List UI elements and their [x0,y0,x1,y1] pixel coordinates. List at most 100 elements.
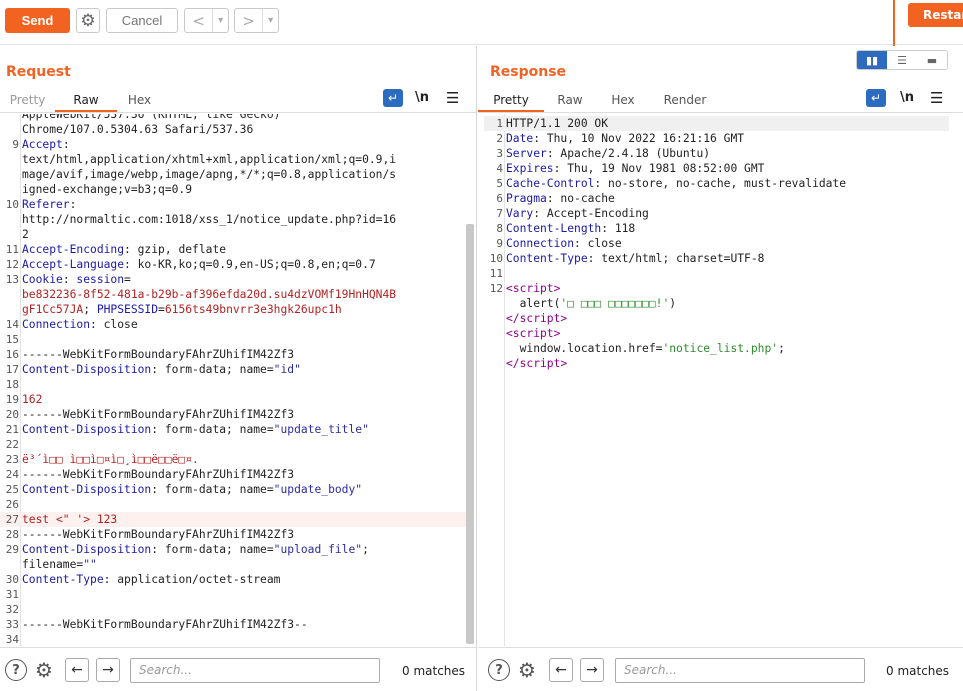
tab-hex[interactable]: Hex [117,90,162,112]
code-line[interactable]: 29 Content-Disposition: form-data; name="… [0,542,466,557]
stacked-layout-icon[interactable]: ☰ [887,51,917,69]
code-line[interactable]: be832236-8f52-481a-b29b-af396efda20d.su4… [0,287,466,302]
code-line[interactable]: 18 [0,377,466,392]
send-button[interactable]: Send [5,8,70,33]
code-line[interactable]: window.location.href='notice_list.php'; [484,341,949,356]
request-scrollbar[interactable] [466,224,474,644]
next-match-button[interactable]: → [96,658,120,682]
code-line[interactable]: 11 [484,266,949,281]
code-line[interactable]: filename="" [0,557,466,572]
back-dropdown[interactable]: ▾ [212,9,228,32]
code-line[interactable]: <script> [484,326,949,341]
tab-hex[interactable]: Hex [596,90,650,112]
help-icon[interactable]: ? [5,659,27,681]
code-line[interactable]: 31 [0,587,466,602]
restart-button[interactable]: Restar [908,3,963,27]
code-line[interactable]: 24 ------WebKitFormBoundaryFAhrZUhifIM42Z… [0,467,466,482]
code-line[interactable]: text/html,application/xhtml+xml,applicat… [0,152,466,167]
code-line[interactable]: 2 [0,227,466,242]
tab-pretty[interactable]: Pretty [0,90,55,112]
code-line[interactable]: 10 Referer: [0,197,466,212]
newline-toggle-icon[interactable]: \n [415,90,429,105]
code-line[interactable]: 11 Accept-Encoding: gzip, deflate [0,242,466,257]
code-line[interactable]: </script> [484,356,949,371]
code-line[interactable]: Chrome/107.0.5304.63 Safari/537.36 [0,122,466,137]
side-by-side-layout-icon[interactable]: ▮▮ [857,51,887,69]
line-number: 12 [489,282,503,295]
code-line[interactable]: http://normaltic.com:1018/xss_1/notice_u… [0,212,466,227]
code-line[interactable]: 17 Content-Disposition: form-data; name="… [0,362,466,377]
back-button[interactable]: < [185,9,212,32]
code-line[interactable]: 4 Expires: Thu, 19 Nov 1981 08:52:00 GMT [484,161,949,176]
tab-render[interactable]: Render [650,90,720,112]
help-icon[interactable]: ? [488,659,510,681]
code-line[interactable]: 6 Pragma: no-cache [484,191,949,206]
tab-raw[interactable]: Raw [544,90,596,112]
forward-dropdown[interactable]: ▾ [262,9,278,32]
code-line[interactable]: igned-exchange;v=b3;q=0.9 [0,182,466,197]
code-line[interactable]: 27 test <" '> 123 [0,512,466,527]
menu-icon[interactable]: ☰ [930,89,943,107]
code-line[interactable]: 33 ------WebKitFormBoundaryFAhrZUhifIM42Z… [0,617,466,632]
code-line[interactable]: 9 Accept: [0,137,466,152]
wrap-lines-icon[interactable]: ↵ [866,89,886,107]
line-text: Connection: close [22,318,138,331]
code-line[interactable]: AppleWebKit/537.36 (KHTML, like Gecko) [0,114,466,122]
code-line[interactable]: 3 Server: Apache/2.4.18 (Ubuntu) [484,146,949,161]
code-line[interactable]: 34 [0,632,466,646]
code-line[interactable]: 32 [0,602,466,617]
line-text: gF1Cc57JA; PHPSESSID=6156ts49bnvrr3e3hgk… [22,303,342,316]
newline-toggle-icon[interactable]: \n [900,90,914,105]
code-line[interactable]: 15 [0,332,466,347]
code-line[interactable]: 22 [0,437,466,452]
code-line[interactable]: mage/avif,image/webp,image/apng,*/*;q=0.… [0,167,466,182]
wrap-lines-icon[interactable]: ↵ [383,89,403,107]
cancel-button[interactable]: Cancel [106,8,178,33]
tab-raw[interactable]: Raw [55,90,117,112]
code-line[interactable]: 28 ------WebKitFormBoundaryFAhrZUhifIM42Z… [0,527,466,542]
next-match-button[interactable]: → [580,658,604,682]
line-text: ------WebKitFormBoundaryFAhrZUhifIM42Zf3… [22,618,308,631]
forward-button[interactable]: > [235,9,262,32]
settings-gear-button[interactable]: ⚙ [76,8,100,33]
code-line[interactable]: alert('□ □□□ □□□□□□□!') [484,296,949,311]
code-line[interactable]: 2 Date: Thu, 10 Nov 2022 16:21:16 GMT [484,131,949,146]
code-line[interactable]: gF1Cc57JA; PHPSESSID=6156ts49bnvrr3e3hgk… [0,302,466,317]
gear-icon[interactable]: ⚙ [33,658,55,682]
response-editor[interactable]: 1 HTTP/1.1 200 OK 2 Date: Thu, 10 Nov 2022 … [484,114,957,646]
code-line[interactable]: 14 Connection: close [0,317,466,332]
gear-icon[interactable]: ⚙ [516,658,538,682]
code-line[interactable]: 21 Content-Disposition: form-data; name="… [0,422,466,437]
search-input[interactable]: Search... [615,658,865,683]
line-text: Content-Disposition: form-data; name="up… [22,423,369,436]
code-line[interactable]: 30 Content-Type: application/octet-stream [0,572,466,587]
tab-pretty[interactable]: Pretty [478,90,544,112]
code-line[interactable]: 7 Vary: Accept-Encoding [484,206,949,221]
single-layout-icon[interactable]: ▬ [917,51,947,69]
code-line[interactable]: 1 HTTP/1.1 200 OK [484,116,949,131]
line-number: 20 [5,408,19,421]
code-line[interactable]: 16 ------WebKitFormBoundaryFAhrZUhifIM42Z… [0,347,466,362]
menu-icon[interactable]: ☰ [446,89,459,107]
search-input[interactable]: Search... [130,658,380,683]
line-number: 9 [12,138,19,151]
code-line[interactable]: 5 Cache-Control: no-store, no-cache, must… [484,176,949,191]
code-line[interactable]: 19 162 [0,392,466,407]
previous-match-button[interactable]: ← [549,658,573,682]
code-line[interactable]: 26 [0,497,466,512]
code-line[interactable]: 23 ë³´ì□□ ì□□ì□¤ì□¸ì□□ë□□ë□¤. [0,452,466,467]
line-number: 16 [5,348,19,361]
code-line[interactable]: 13 Cookie: session= [0,272,466,287]
code-line[interactable]: 25 Content-Disposition: form-data; name="… [0,482,466,497]
previous-match-button[interactable]: ← [65,658,89,682]
code-line[interactable]: 12 <script> [484,281,949,296]
code-line[interactable]: 9 Connection: close [484,236,949,251]
line-number: 17 [5,363,19,376]
code-line[interactable]: 10 Content-Type: text/html; charset=UTF-8 [484,251,949,266]
request-editor[interactable]: AppleWebKit/537.36 (KHTML, like Gecko) Ch… [0,114,476,646]
code-line[interactable]: </script> [484,311,949,326]
code-line[interactable]: 8 Content-Length: 118 [484,221,949,236]
code-line[interactable]: 12 Accept-Language: ko-KR,ko;q=0.9,en-US;… [0,257,466,272]
code-line[interactable]: 20 ------WebKitFormBoundaryFAhrZUhifIM42Z… [0,407,466,422]
line-text: <script> [506,327,561,340]
